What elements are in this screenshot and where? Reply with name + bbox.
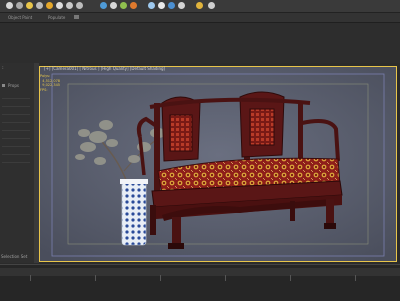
tab-object-paint[interactable]: Object Paint — [8, 13, 32, 22]
viewport-render — [40, 67, 396, 261]
list-item[interactable] — [2, 149, 30, 155]
scale-icon[interactable] — [56, 2, 63, 9]
timeline[interactable] — [0, 264, 400, 301]
list-item[interactable] — [2, 93, 30, 99]
list-item[interactable] — [2, 157, 30, 163]
timeline-tick — [290, 275, 291, 281]
redo-icon[interactable] — [16, 2, 23, 9]
expand-icon[interactable] — [2, 84, 5, 87]
list-item[interactable] — [2, 109, 30, 115]
move-icon[interactable] — [36, 2, 43, 9]
tab-populate[interactable]: Populate — [48, 13, 65, 22]
layer-icon[interactable] — [100, 2, 107, 9]
timeline-tick — [355, 275, 356, 281]
timeline-tick — [225, 275, 226, 281]
viewport-camera[interactable] — [39, 66, 397, 262]
mirror-icon[interactable] — [76, 2, 83, 9]
select-icon[interactable] — [26, 2, 33, 9]
panel-header[interactable]: Props — [8, 83, 19, 88]
timeline-tick — [95, 275, 96, 281]
camera-icon[interactable] — [208, 2, 215, 9]
list-item[interactable] — [2, 133, 30, 139]
vase — [120, 179, 148, 246]
render-setup-icon[interactable] — [148, 2, 155, 9]
command-panel: : Props Selection Set — [0, 63, 35, 263]
rotate-icon[interactable] — [46, 2, 53, 9]
render-icon[interactable] — [168, 2, 175, 9]
active-shade-icon[interactable] — [178, 2, 185, 9]
timeline-tick — [160, 275, 161, 281]
light-icon[interactable] — [196, 2, 203, 9]
schematic-icon[interactable] — [120, 2, 127, 9]
list-item[interactable] — [2, 101, 30, 107]
list-item[interactable] — [2, 117, 30, 123]
ribbon-panel — [0, 23, 400, 63]
list-item[interactable] — [2, 141, 30, 147]
selection-set-label[interactable]: Selection Set — [1, 254, 27, 259]
ribbon-tabs: Object Paint Populate — [0, 13, 400, 23]
ribbon-toggle-icon[interactable] — [74, 15, 79, 19]
main-toolbar — [0, 0, 400, 13]
viewport-statistics: Polys: 4,512,078 9,022,345 FPS: — [40, 74, 61, 92]
undo-icon[interactable] — [6, 2, 13, 9]
time-slider[interactable] — [0, 268, 400, 276]
curve-editor-icon[interactable] — [110, 2, 117, 9]
material-editor-icon[interactable] — [130, 2, 137, 9]
list-item[interactable] — [2, 125, 30, 131]
panel-separator: : — [2, 65, 4, 71]
render-frame-icon[interactable] — [158, 2, 165, 9]
viewport-label[interactable]: [+] [Camera001] [ Nitrous ] [High Qualit… — [44, 66, 165, 72]
snap-icon[interactable] — [66, 2, 73, 9]
timeline-tick — [30, 275, 31, 281]
